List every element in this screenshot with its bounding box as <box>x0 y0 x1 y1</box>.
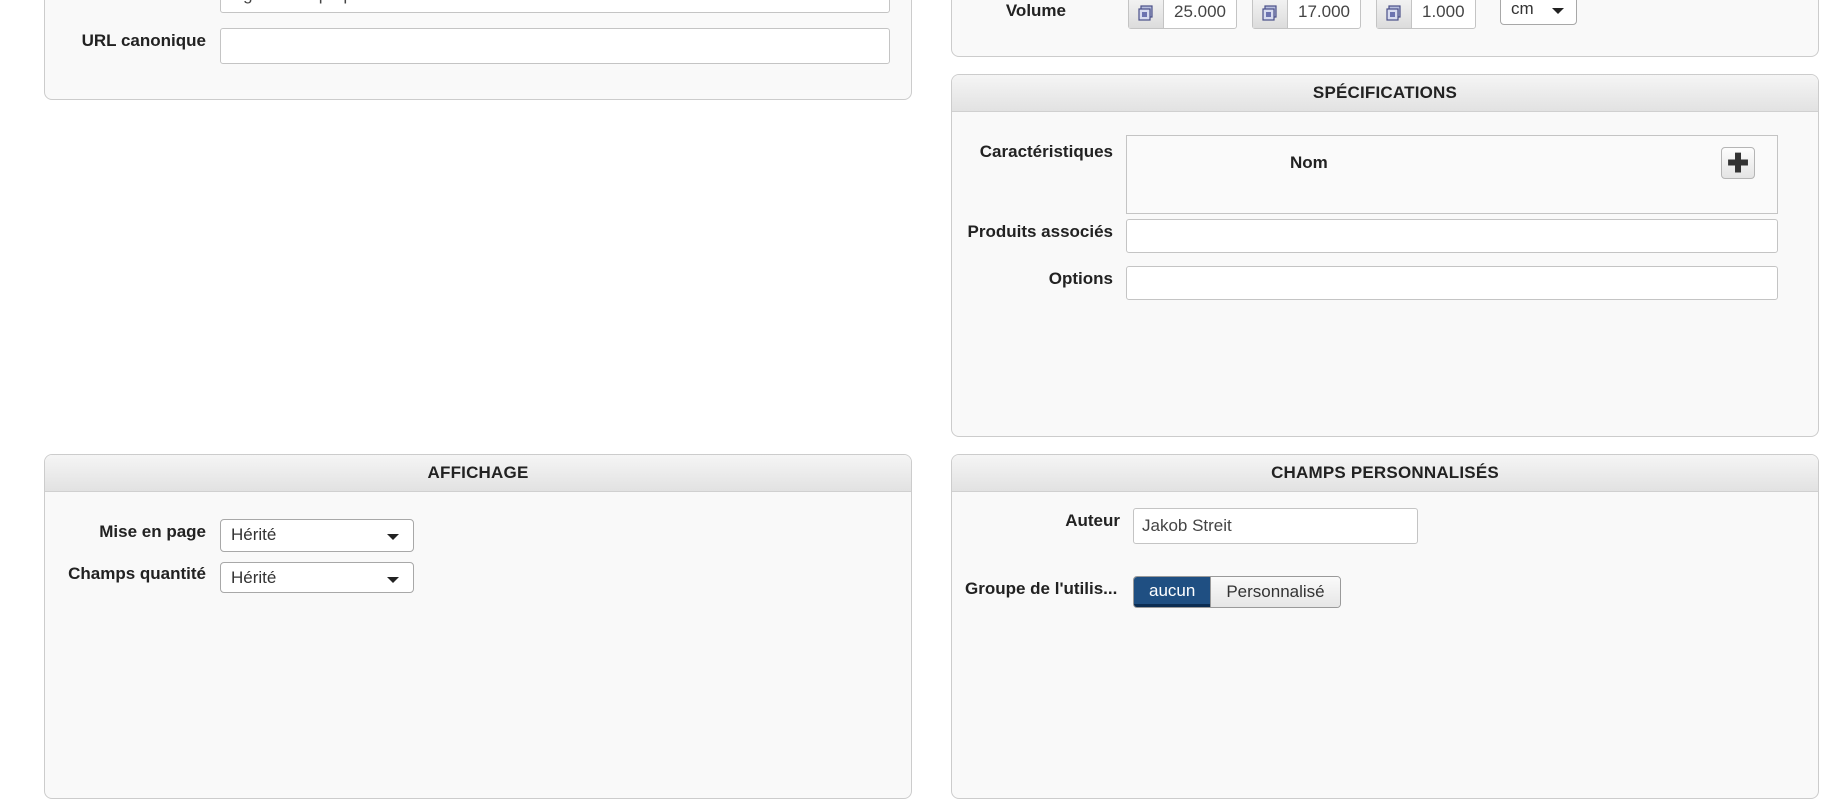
volume-label: Volume <box>1005 1 1066 20</box>
box-length-icon <box>1129 0 1164 28</box>
quantity-field-value: Hérité <box>231 568 277 587</box>
panel-title: CHAMPS PERSONNALISÉS <box>952 455 1818 492</box>
box-height-icon <box>1377 0 1412 28</box>
dimensions-panel: Volume 25.000 17.000 1.000 cm <box>951 0 1819 57</box>
options-label: Options <box>1048 269 1113 288</box>
height-input[interactable]: 1.000 <box>1376 0 1476 29</box>
box-width-icon <box>1253 0 1288 28</box>
author-field[interactable]: Jakob Streit <box>1133 508 1418 544</box>
alias-field[interactable]: tagneau de paque <box>220 0 890 13</box>
layout-label: Mise en page <box>99 522 206 541</box>
characteristics-label: Caractéristiques <box>979 142 1113 161</box>
display-panel: AFFICHAGE Mise en page Hérité Champs qua… <box>44 454 912 799</box>
width-input[interactable]: 17.000 <box>1252 0 1361 29</box>
user-group-label: Groupe de l'utilis... <box>965 579 1118 598</box>
related-products-field[interactable] <box>1126 219 1778 253</box>
characteristics-table: Nom ✚ <box>1126 135 1778 214</box>
chevron-down-icon <box>1552 8 1564 14</box>
height-value[interactable]: 1.000 <box>1412 0 1475 28</box>
length-value[interactable]: 25.000 <box>1164 0 1236 28</box>
unit-select[interactable]: cm <box>1500 0 1577 25</box>
panel-title: SPÉCIFICATIONS <box>952 75 1818 112</box>
panel-title: AFFICHAGE <box>45 455 911 492</box>
layout-value: Hérité <box>231 525 277 544</box>
group-option-none[interactable]: aucun <box>1134 577 1211 607</box>
chevron-down-icon <box>387 534 399 540</box>
quantity-field-select[interactable]: Hérité <box>220 562 414 593</box>
custom-fields-panel: CHAMPS PERSONNALISÉS Auteur Jakob Streit… <box>951 454 1819 799</box>
chevron-down-icon <box>387 577 399 583</box>
layout-select[interactable]: Hérité <box>220 519 414 552</box>
unit-value: cm <box>1511 0 1534 18</box>
canonical-url-label: URL canonique <box>81 31 206 50</box>
options-field[interactable] <box>1126 266 1778 300</box>
specifications-panel: SPÉCIFICATIONS Caractéristiques Nom ✚ Pr… <box>951 74 1819 437</box>
length-input[interactable]: 25.000 <box>1128 0 1237 29</box>
width-value[interactable]: 17.000 <box>1288 0 1360 28</box>
group-option-custom[interactable]: Personnalisé <box>1210 577 1340 607</box>
name-column-header: Nom <box>1290 153 1328 172</box>
author-label: Auteur <box>1065 511 1120 530</box>
seo-panel: tagneau de paque URL canonique <box>44 0 912 100</box>
user-group-toggle[interactable]: aucun Personnalisé <box>1133 576 1341 608</box>
canonical-url-field[interactable] <box>220 28 890 64</box>
add-characteristic-button[interactable]: ✚ <box>1721 147 1755 179</box>
quantity-field-label: Champs quantité <box>68 564 206 583</box>
related-products-label: Produits associés <box>967 222 1113 241</box>
